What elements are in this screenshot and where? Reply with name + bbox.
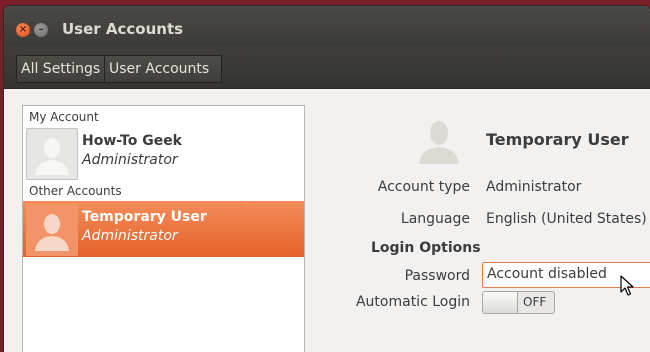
password-label: Password	[404, 268, 470, 284]
other-accounts-header: Other Accounts	[29, 184, 122, 198]
window-title: User Accounts	[62, 20, 184, 38]
automatic-login-label: Automatic Login	[355, 294, 470, 310]
automatic-login-toggle[interactable]: OFF	[482, 291, 555, 314]
password-value: Account disabled	[487, 266, 607, 282]
account-name: Temporary User	[82, 209, 207, 225]
user-silhouette-icon	[35, 138, 69, 175]
avatar	[26, 128, 78, 180]
content-area: My Account How-To Geek Administrator Oth…	[4, 89, 650, 352]
toolbar: All Settings User Accounts	[4, 46, 650, 89]
login-options-heading: Login Options	[371, 240, 481, 256]
account-row-temporary-user[interactable]: Temporary User Administrator	[23, 201, 304, 257]
title-bar: × – User Accounts	[4, 6, 650, 46]
toggle-state-label: OFF	[523, 295, 547, 309]
mouse-pointer-icon	[620, 275, 634, 296]
all-settings-button[interactable]: All Settings	[16, 55, 108, 83]
toggle-knob	[483, 292, 518, 313]
my-account-header: My Account	[29, 110, 99, 124]
account-row-how-to-geek[interactable]: How-To Geek Administrator	[23, 125, 304, 181]
account-type-value[interactable]: Administrator	[486, 179, 581, 195]
language-label: Language	[400, 211, 470, 227]
account-list: My Account How-To Geek Administrator Oth…	[22, 105, 305, 352]
user-silhouette-icon	[35, 214, 69, 251]
user-accounts-window: × – User Accounts All Settings User Acco…	[4, 6, 650, 352]
account-type-label: Account type	[377, 179, 470, 195]
account-role: Administrator	[82, 228, 178, 244]
user-full-name[interactable]: Temporary User	[486, 130, 629, 149]
language-value[interactable]: English (United States)	[486, 211, 647, 227]
account-name: How-To Geek	[82, 133, 182, 149]
close-window-button[interactable]: ×	[16, 23, 30, 37]
account-role: Administrator	[82, 152, 178, 168]
user-avatar-icon[interactable]	[416, 116, 462, 166]
avatar	[26, 204, 78, 256]
user-accounts-breadcrumb[interactable]: User Accounts	[104, 55, 222, 83]
minimize-window-button[interactable]: –	[34, 23, 48, 37]
